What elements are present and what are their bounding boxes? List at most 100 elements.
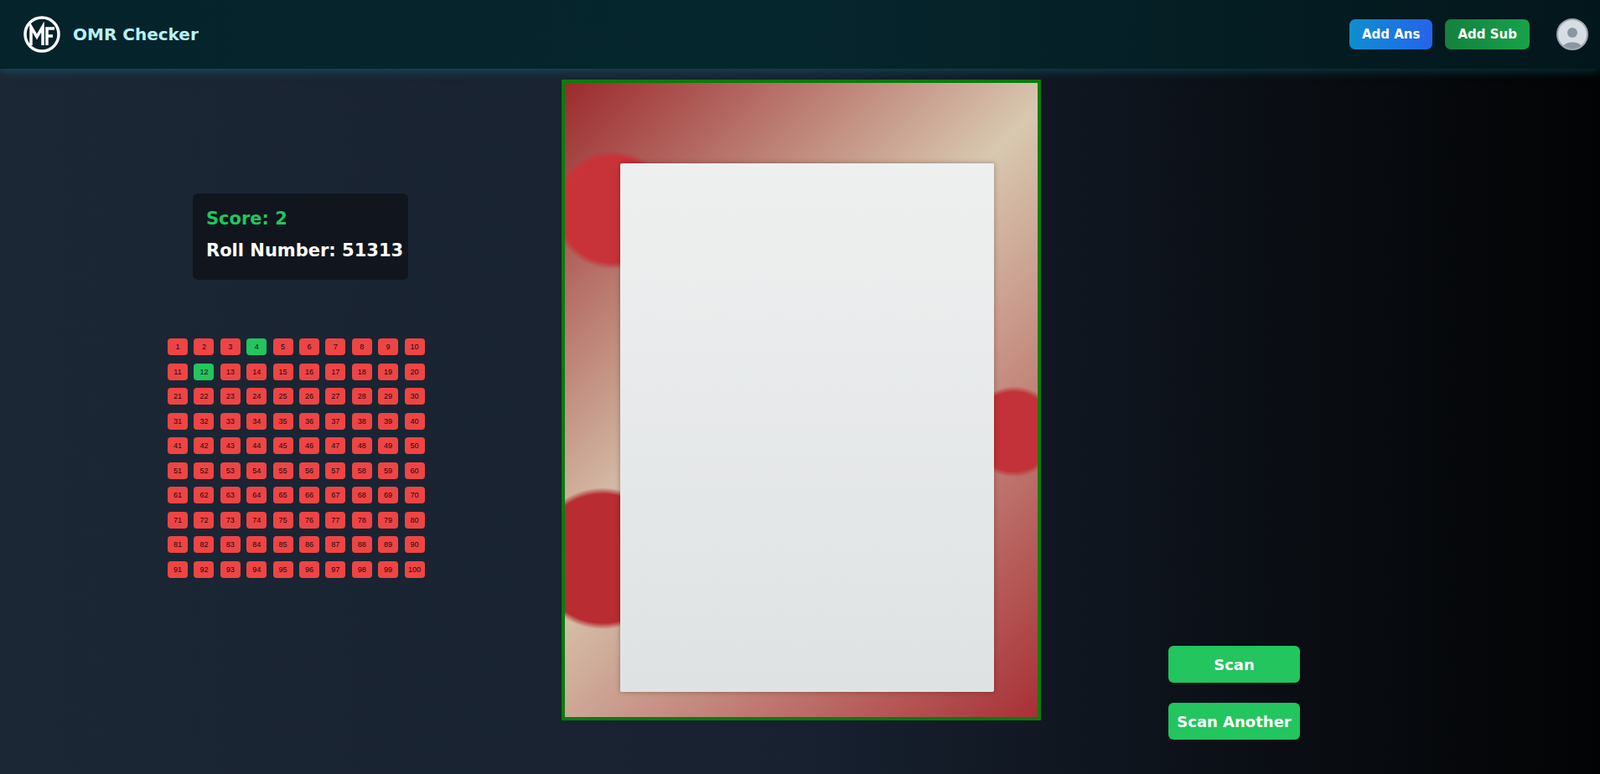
answer-cell: 16 — [299, 363, 320, 381]
answer-cell: 71 — [167, 512, 188, 529]
answer-cell: 80 — [404, 512, 425, 529]
answer-cell: 82 — [193, 536, 214, 554]
answer-cell: 85 — [273, 536, 294, 554]
answer-cell: 45 — [273, 437, 294, 455]
answer-cell: 99 — [377, 561, 399, 579]
answer-cell: 78 — [352, 512, 373, 529]
answer-cell: 89 — [377, 536, 399, 554]
answer-cell: 57 — [325, 462, 346, 480]
answer-cell: 76 — [299, 512, 320, 529]
answer-cell: 22 — [193, 388, 214, 405]
app-title: OMR Checker — [72, 24, 199, 45]
answer-cell: 33 — [220, 413, 241, 430]
avatar[interactable] — [1556, 18, 1589, 51]
answer-cell: 67 — [325, 486, 346, 504]
answer-cell: 27 — [325, 388, 346, 405]
answer-cell: 48 — [352, 437, 373, 455]
answer-cell: 94 — [246, 561, 267, 579]
answer-cell: 4 — [246, 338, 267, 356]
answer-cell: 29 — [377, 388, 399, 405]
answer-cell: 92 — [193, 561, 214, 579]
answer-grid: 1234567891011121314151617181920212223242… — [167, 338, 425, 579]
answer-cell: 1 — [167, 338, 188, 356]
answer-cell: 26 — [299, 388, 320, 405]
results-column: Score: 2Roll Number: 5131312345678910111… — [0, 68, 562, 774]
answer-cell: 75 — [273, 512, 294, 529]
actions-column: Scan Scan Another — [1040, 68, 1600, 774]
answer-cell: 84 — [246, 536, 267, 554]
answer-cell: 97 — [325, 561, 346, 579]
answer-cell: 77 — [325, 512, 346, 529]
answer-cell: 53 — [220, 462, 241, 480]
answer-cell: 88 — [352, 536, 373, 554]
answer-cell: 60 — [404, 462, 425, 480]
answer-cell: 37 — [325, 413, 346, 430]
answer-cell: 30 — [404, 388, 425, 405]
answer-cell: 2 — [193, 338, 214, 356]
scan-button[interactable]: Scan — [1168, 646, 1300, 684]
answer-cell: 34 — [246, 413, 267, 430]
scan-button[interactable]: Scan Another — [1168, 703, 1300, 741]
answer-cell: 32 — [193, 413, 214, 430]
answer-cell: 44 — [246, 437, 267, 455]
answer-cell: 79 — [377, 512, 399, 529]
answer-cell: 68 — [352, 486, 373, 504]
answer-cell: 74 — [246, 512, 267, 529]
answer-cell: 47 — [325, 437, 346, 455]
answer-cell: 58 — [352, 462, 373, 480]
answer-cell: 95 — [273, 561, 294, 579]
answer-cell: 81 — [167, 536, 188, 554]
answer-cell: 23 — [220, 388, 241, 405]
answer-cell: 91 — [167, 561, 188, 579]
answer-cell: 25 — [273, 388, 294, 405]
answer-cell: 54 — [246, 462, 267, 480]
answer-cell: 9 — [377, 338, 399, 356]
answer-cell: 98 — [352, 561, 373, 579]
answer-cell: 56 — [299, 462, 320, 480]
roll-number: Roll Number: 51313 — [206, 240, 395, 261]
answer-cell: 35 — [273, 413, 294, 430]
answer-cell: 39 — [377, 413, 399, 430]
answer-cell: 49 — [377, 437, 399, 455]
header-button[interactable]: Add Sub — [1444, 19, 1530, 50]
answer-cell: 96 — [299, 561, 320, 579]
answer-cell: 55 — [273, 462, 294, 480]
answer-cell: 6 — [299, 338, 320, 356]
answer-cell: 90 — [404, 536, 425, 554]
answer-cell: 3 — [220, 338, 241, 356]
answer-cell: 19 — [377, 363, 399, 381]
answer-cell: 69 — [377, 486, 399, 504]
omr-sheet — [620, 163, 995, 693]
answer-cell: 8 — [352, 338, 373, 356]
answer-cell: 64 — [246, 486, 267, 504]
answer-cell: 40 — [404, 413, 425, 430]
answer-cell: 17 — [325, 363, 346, 381]
answer-cell: 38 — [352, 413, 373, 430]
answer-cell: 70 — [404, 486, 425, 504]
answer-cell: 52 — [193, 462, 214, 480]
header-actions: Add Ans Add Sub — [1349, 18, 1589, 51]
answer-cell: 24 — [246, 388, 267, 405]
answer-cell: 73 — [220, 512, 241, 529]
scan-column — [561, 68, 1041, 774]
answer-cell: 14 — [246, 363, 267, 381]
header: OMR Checker Add Ans Add Sub — [0, 0, 1600, 69]
score: Score: 2 — [206, 208, 395, 229]
answer-cell: 100 — [404, 561, 425, 579]
header-button[interactable]: Add Ans — [1349, 19, 1434, 50]
answer-cell: 11 — [167, 363, 188, 381]
answer-cell: 43 — [220, 437, 241, 455]
scanned-photo — [561, 79, 1041, 721]
answer-cell: 86 — [299, 536, 320, 554]
answer-cell: 41 — [167, 437, 188, 455]
answer-cell: 51 — [167, 462, 188, 480]
user-icon — [1559, 23, 1585, 49]
answer-cell: 13 — [220, 363, 241, 381]
answer-cell: 28 — [352, 388, 373, 405]
brand[interactable]: OMR Checker — [20, 15, 199, 54]
answer-cell: 61 — [167, 486, 188, 504]
answer-cell: 65 — [273, 486, 294, 504]
answer-cell: 46 — [299, 437, 320, 455]
answer-cell: 5 — [273, 338, 294, 356]
answer-cell: 36 — [299, 413, 320, 430]
